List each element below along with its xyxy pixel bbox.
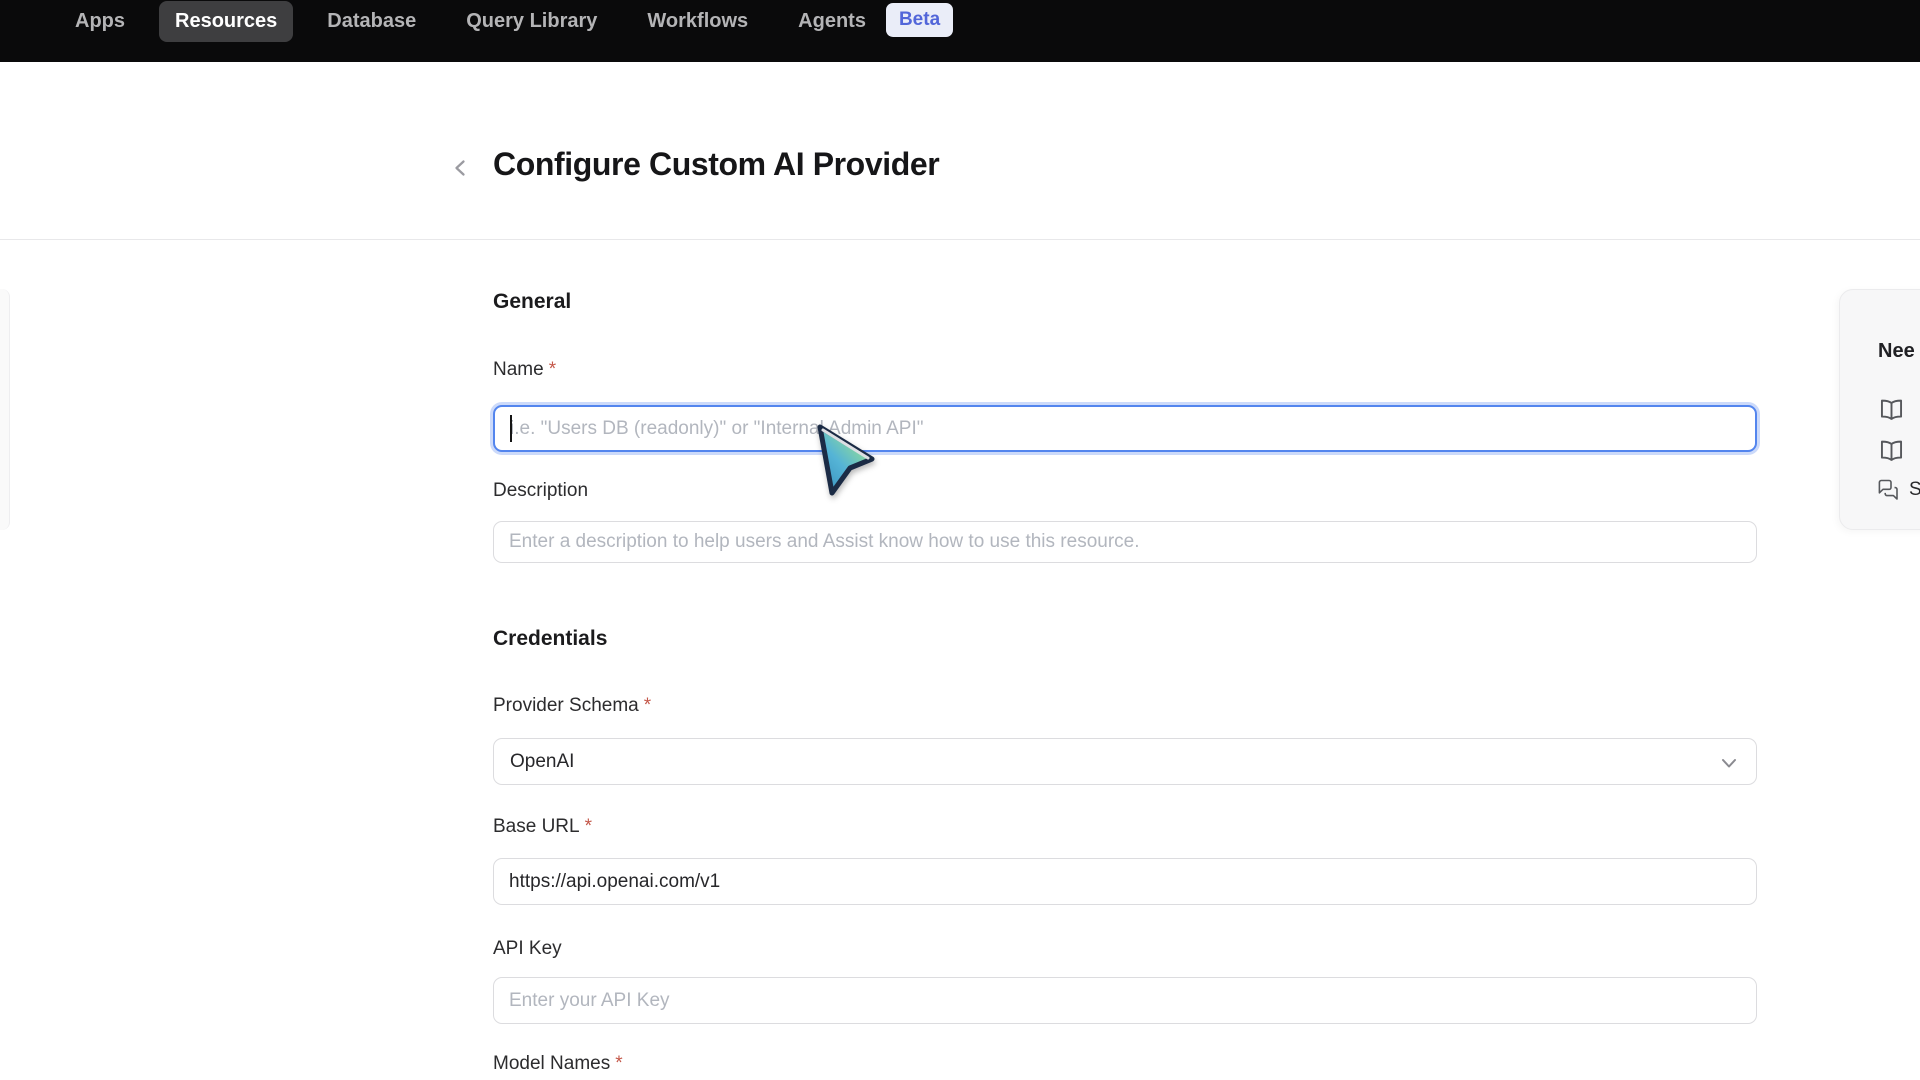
section-heading-general: General: [493, 290, 571, 314]
back-button[interactable]: [447, 154, 475, 182]
model-names-label-text: Model Names: [493, 1053, 610, 1074]
help-panel-heading: Nee: [1878, 340, 1915, 363]
model-names-label: Model Names*: [493, 1053, 623, 1075]
chevron-left-icon: [450, 157, 472, 179]
help-link-docs-2[interactable]: [1878, 437, 1914, 464]
chat-icon: [1876, 478, 1900, 502]
beta-badge: Beta: [886, 3, 953, 37]
name-input[interactable]: [493, 405, 1757, 452]
section-heading-credentials: Credentials: [493, 627, 607, 651]
nav-item-database[interactable]: Database: [311, 1, 432, 42]
name-label: Name*: [493, 359, 556, 381]
book-icon: [1878, 396, 1905, 423]
description-label: Description: [493, 480, 588, 502]
api-key-label: API Key: [493, 938, 562, 960]
nav-item-apps[interactable]: Apps: [59, 1, 141, 42]
page: Apps Resources Database Query Library Wo…: [0, 0, 1920, 1080]
nav-item-resources[interactable]: Resources: [159, 1, 293, 42]
base-url-input[interactable]: [493, 858, 1757, 905]
provider-schema-label: Provider Schema*: [493, 695, 651, 717]
name-label-text: Name: [493, 359, 544, 380]
required-marker: *: [615, 1053, 622, 1074]
required-marker: *: [585, 816, 592, 837]
required-marker: *: [549, 359, 556, 380]
mouse-cursor-icon: [810, 421, 882, 506]
description-input[interactable]: [493, 521, 1757, 563]
page-title: Configure Custom AI Provider: [493, 146, 939, 183]
nav-item-workflows[interactable]: Workflows: [631, 1, 764, 42]
help-link-chat[interactable]: S: [1876, 478, 1920, 502]
required-marker: *: [644, 695, 651, 716]
nav-item-agents[interactable]: Agents: [782, 1, 882, 42]
nav-item-query-library[interactable]: Query Library: [450, 1, 613, 42]
base-url-label: Base URL*: [493, 816, 592, 838]
help-panel: Nee S: [1839, 289, 1920, 530]
help-link-docs-1[interactable]: [1878, 396, 1914, 423]
left-card-edge: [0, 289, 10, 530]
header-divider: [0, 239, 1920, 240]
book-icon: [1878, 437, 1905, 464]
help-link-label: S: [1909, 479, 1920, 501]
provider-schema-select[interactable]: OpenAI: [493, 738, 1757, 785]
provider-schema-value: OpenAI: [510, 751, 574, 773]
top-nav: Apps Resources Database Query Library Wo…: [0, 0, 1920, 62]
text-caret: [510, 415, 512, 442]
provider-schema-label-text: Provider Schema: [493, 695, 639, 716]
chevron-down-icon: [1718, 752, 1740, 774]
api-key-input[interactable]: [493, 977, 1757, 1024]
base-url-label-text: Base URL: [493, 816, 580, 837]
